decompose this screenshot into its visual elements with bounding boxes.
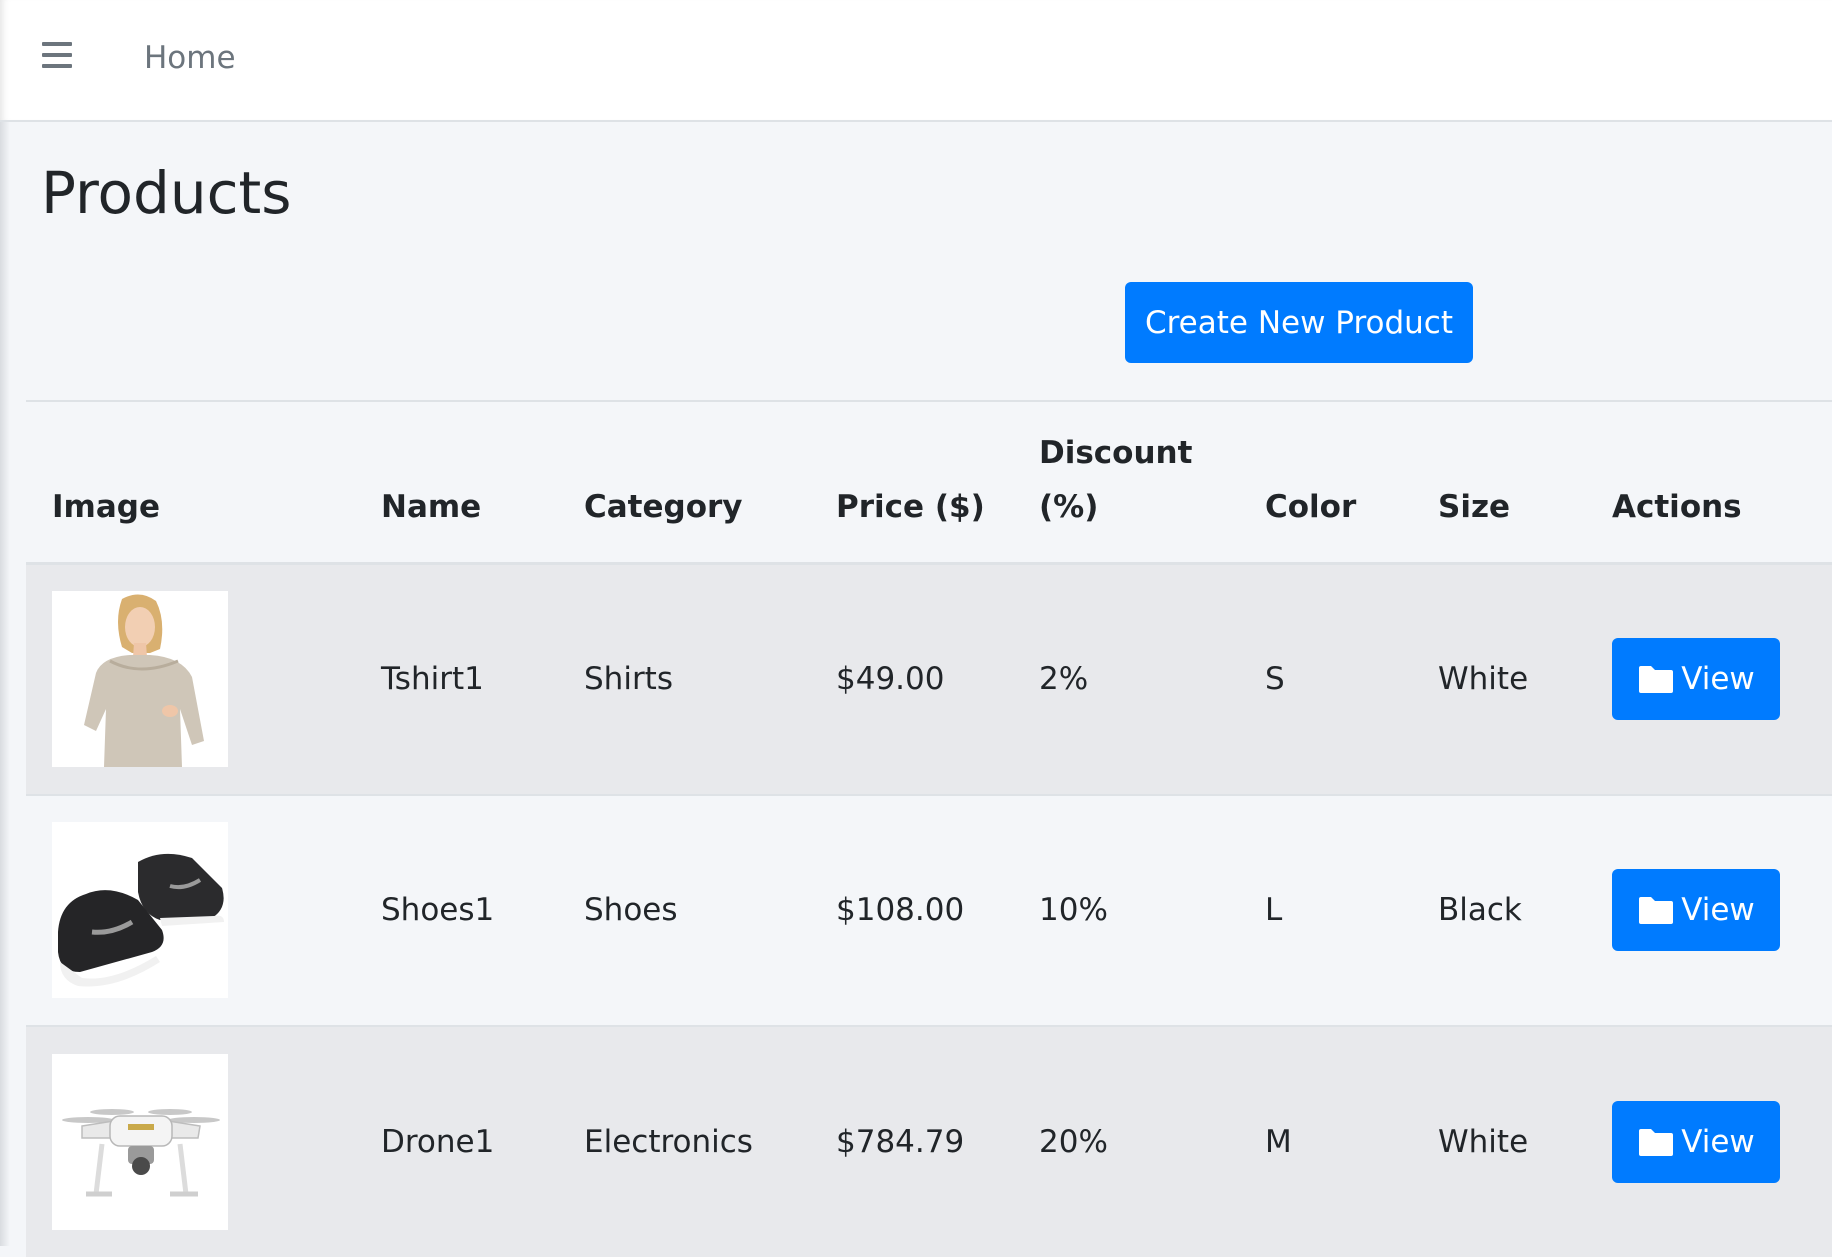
product-name: Drone1 xyxy=(355,1024,558,1257)
column-header-size: Size xyxy=(1412,402,1586,565)
hamburger-menu-icon[interactable] xyxy=(38,38,78,78)
product-size: White xyxy=(1412,1024,1586,1257)
table-row: Drone1 Electronics $784.79 20% M White V… xyxy=(26,1024,1832,1257)
product-size: Black xyxy=(1412,793,1586,1026)
product-discount: 20% xyxy=(1013,1024,1239,1257)
product-price: $49.00 xyxy=(810,562,1013,795)
view-button[interactable]: View xyxy=(1612,869,1780,951)
product-discount: 2% xyxy=(1013,562,1239,795)
product-actions: View xyxy=(1586,793,1832,1026)
product-color: L xyxy=(1239,793,1412,1026)
product-category: Electronics xyxy=(558,1024,810,1257)
nav-link-home[interactable]: Home xyxy=(144,36,236,80)
product-discount: 10% xyxy=(1013,793,1239,1026)
view-button-label: View xyxy=(1681,1123,1755,1160)
view-button[interactable]: View xyxy=(1612,1100,1780,1183)
sidebar-edge xyxy=(0,0,10,1246)
view-button[interactable]: View xyxy=(1612,638,1780,721)
folder-icon xyxy=(1639,666,1674,694)
column-header-color: Color xyxy=(1239,402,1412,565)
column-header-discount-line2: (%) xyxy=(1039,489,1099,525)
column-header-name: Name xyxy=(355,402,558,565)
product-name: Tshirt1 xyxy=(355,562,558,795)
folder-icon xyxy=(1639,897,1674,924)
product-image-cell xyxy=(26,562,355,795)
black-sneakers-photo xyxy=(52,822,228,998)
product-size: White xyxy=(1412,562,1586,795)
product-price: $108.00 xyxy=(810,793,1013,1026)
page-title: Products xyxy=(41,159,292,227)
column-header-discount: Discount (%) xyxy=(1013,402,1239,565)
view-button-label: View xyxy=(1681,892,1755,928)
table-row: Shoes1 Shoes $108.00 10% L Black View xyxy=(26,793,1832,1026)
white-drone-photo xyxy=(52,1053,228,1230)
products-table: Image Name Category Price ($) Discount (… xyxy=(26,402,1832,1257)
column-header-actions: Actions xyxy=(1586,402,1832,565)
product-image-cell xyxy=(26,793,355,1026)
product-category: Shoes xyxy=(558,793,810,1026)
folder-icon xyxy=(1639,1128,1674,1156)
top-navbar: Home xyxy=(0,0,1832,122)
column-header-price: Price ($) xyxy=(810,402,1013,565)
table-header-row: Image Name Category Price ($) Discount (… xyxy=(26,402,1832,565)
create-new-product-button[interactable]: Create New Product xyxy=(1125,282,1473,363)
woman-sweater-photo xyxy=(52,591,228,768)
column-header-discount-line1: Discount xyxy=(1039,435,1193,471)
table-row: Tshirt1 Shirts $49.00 2% S White View xyxy=(26,562,1832,795)
product-color: S xyxy=(1239,562,1412,795)
product-color: M xyxy=(1239,1024,1412,1257)
product-actions: View xyxy=(1586,562,1832,795)
product-name: Shoes1 xyxy=(355,793,558,1026)
product-category: Shirts xyxy=(558,562,810,795)
products-table-container: Image Name Category Price ($) Discount (… xyxy=(26,400,1832,1257)
column-header-image: Image xyxy=(26,402,355,565)
product-actions: View xyxy=(1586,1024,1832,1257)
view-button-label: View xyxy=(1681,661,1755,698)
column-header-category: Category xyxy=(558,402,810,565)
product-price: $784.79 xyxy=(810,1024,1013,1257)
product-image-cell xyxy=(26,1024,355,1257)
